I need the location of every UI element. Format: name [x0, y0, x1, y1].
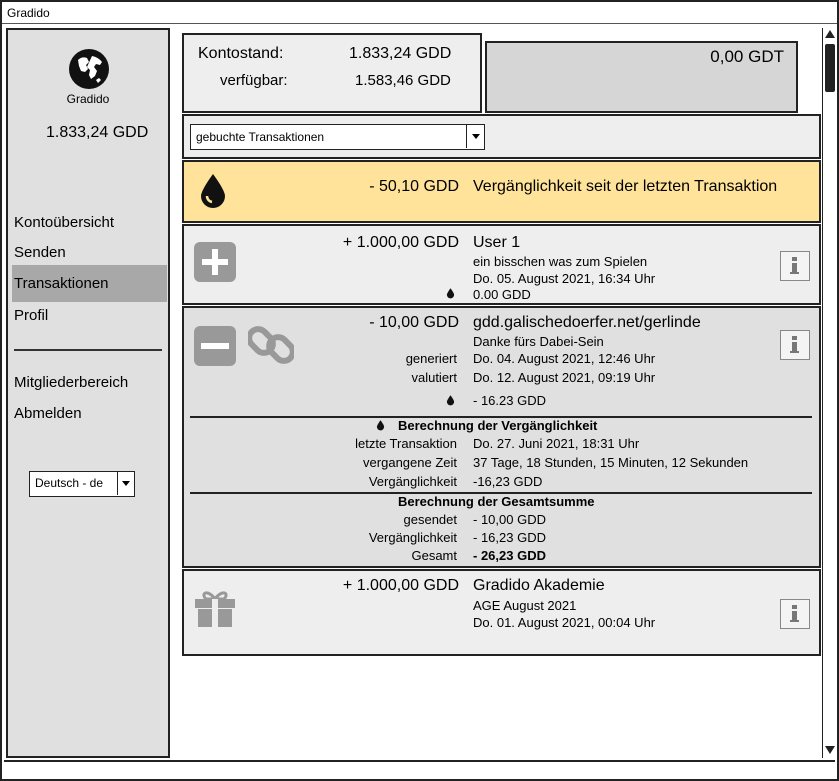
total-calc-title: Berechnung der Gesamtsumme	[398, 494, 595, 509]
balance-panel: Kontostand: 1.833,24 GDD verfügbar: 1.58…	[182, 33, 482, 113]
tx3-date: Do. 01. August 2021, 00:04 Uhr	[473, 615, 656, 630]
tx2-generated-label: generiert	[405, 351, 457, 366]
drop-icon	[201, 174, 225, 208]
tx2-validated-label: valutiert	[411, 370, 457, 385]
transaction-card-1[interactable]: + 1.000,00 GDD User 1 ein bisschen was z…	[182, 224, 821, 305]
globe-icon	[69, 49, 109, 89]
balance-label: Kontostand:	[198, 45, 284, 62]
decay-calc-title: Berechnung der Vergänglichkeit	[398, 418, 598, 433]
last-tx-value: Do. 27. Juni 2021, 18:31 Uhr	[473, 436, 640, 451]
tx1-memo: ein bisschen was zum Spielen	[473, 254, 648, 269]
tx1-decay: 0.00 GDD	[473, 287, 531, 302]
available-label: verfügbar:	[220, 72, 288, 89]
sidebar-balance: 1.833,24 GDD	[46, 124, 149, 141]
gdt-panel: 0,00 GDT	[485, 41, 798, 113]
nav-members[interactable]: Mitgliederbereich	[8, 369, 168, 397]
tx2-memo: Danke fürs Dabei-Sein	[473, 334, 604, 349]
nav-overview[interactable]: Kontoübersicht	[8, 209, 168, 237]
app-window: Gradido Gradido 1.833,24 GDD Kontoübersi…	[0, 0, 839, 781]
info-icon[interactable]	[780, 251, 810, 281]
tx1-name: User 1	[473, 234, 521, 251]
sent-value: - 10,00 GDD	[473, 512, 546, 527]
scroll-up-icon[interactable]	[825, 30, 835, 38]
total-value: - 26,23 GDD	[473, 548, 546, 563]
gdt-value: 0,00 GDT	[710, 47, 784, 66]
sidebar: Gradido 1.833,24 GDD Kontoübersicht Send…	[6, 28, 170, 758]
chevron-down-icon[interactable]	[117, 472, 134, 495]
balance-value: 1.833,24 GDD	[349, 45, 452, 62]
drop-icon	[446, 395, 455, 406]
tx2-name: gdd.galischedoerfer.net/gerlinde	[473, 314, 701, 331]
last-tx-label: letzte Transaktion	[355, 436, 457, 451]
elapsed-label: vergangene Zeit	[363, 455, 457, 470]
brand-label: Gradido	[66, 92, 110, 106]
decay2-label: Vergänglichkeit	[368, 530, 457, 545]
chevron-down-icon[interactable]	[466, 125, 484, 148]
minus-icon	[194, 326, 236, 366]
decay-value: -16,23 GDD	[473, 474, 543, 489]
elapsed-value: 37 Tage, 18 Stunden, 15 Minuten, 12 Seku…	[473, 455, 749, 470]
filter-value: gebuchte Transaktionen	[196, 130, 325, 144]
tx2-amount: - 10,00 GDD	[369, 314, 459, 331]
sent-label: gesendet	[403, 512, 458, 527]
transaction-card-3[interactable]: + 1.000,00 GDD Gradido Akademie AGE Augu…	[182, 569, 821, 656]
transaction-filter-select[interactable]: gebuchte Transaktionen	[190, 124, 485, 150]
nav-send[interactable]: Senden	[8, 239, 168, 267]
window-title: Gradido	[2, 2, 837, 24]
tx2-validated: Do. 12. August 2021, 09:19 Uhr	[473, 370, 656, 385]
tx3-name: Gradido Akademie	[473, 577, 605, 594]
drop-icon	[376, 420, 385, 431]
tx2-decay: - 16.23 GDD	[473, 393, 546, 408]
language-select[interactable]: Deutsch - de	[29, 471, 135, 497]
tx1-date: Do. 05. August 2021, 16:34 Uhr	[473, 271, 656, 286]
main-content: Kontostand: 1.833,24 GDD verfügbar: 1.58…	[172, 28, 821, 758]
drop-icon	[446, 288, 455, 299]
status-bar	[4, 760, 835, 779]
scrollbar-thumb[interactable]	[825, 44, 835, 92]
plus-icon	[194, 242, 236, 282]
filter-bar: gebuchte Transaktionen	[182, 114, 821, 159]
tx3-amount: + 1.000,00 GDD	[342, 577, 459, 594]
decay-label: Vergänglichkeit	[368, 474, 457, 489]
language-value: Deutsch - de	[35, 476, 104, 490]
decay-amount: - 50,10 GDD	[369, 178, 459, 195]
decay2-value: - 16,23 GDD	[473, 530, 546, 545]
transaction-card-2[interactable]: - 10,00 GDD gdd.galischedoerfer.net/gerl…	[182, 306, 821, 568]
nav-logout[interactable]: Abmelden	[8, 400, 168, 428]
scrollbar[interactable]	[822, 28, 837, 758]
tx2-generated: Do. 04. August 2021, 12:46 Uhr	[473, 351, 656, 366]
nav-profile[interactable]: Profil	[8, 302, 168, 330]
nav-transactions[interactable]: Transaktionen	[12, 265, 167, 302]
gift-icon	[195, 591, 235, 627]
decay-card: - 50,10 GDD Vergänglichkeit seit der let…	[182, 160, 821, 223]
sidebar-divider	[14, 349, 162, 351]
total-label: Gesamt	[411, 548, 457, 563]
info-icon[interactable]	[780, 599, 810, 629]
tx3-memo: AGE August 2021	[473, 598, 577, 613]
decay-text: Vergänglichkeit seit der letzten Transak…	[473, 178, 778, 195]
info-icon[interactable]	[780, 330, 810, 360]
link-icon	[248, 326, 294, 364]
tx1-amount: + 1.000,00 GDD	[342, 234, 459, 251]
scroll-down-icon[interactable]	[825, 746, 835, 754]
available-value: 1.583,46 GDD	[355, 72, 451, 89]
